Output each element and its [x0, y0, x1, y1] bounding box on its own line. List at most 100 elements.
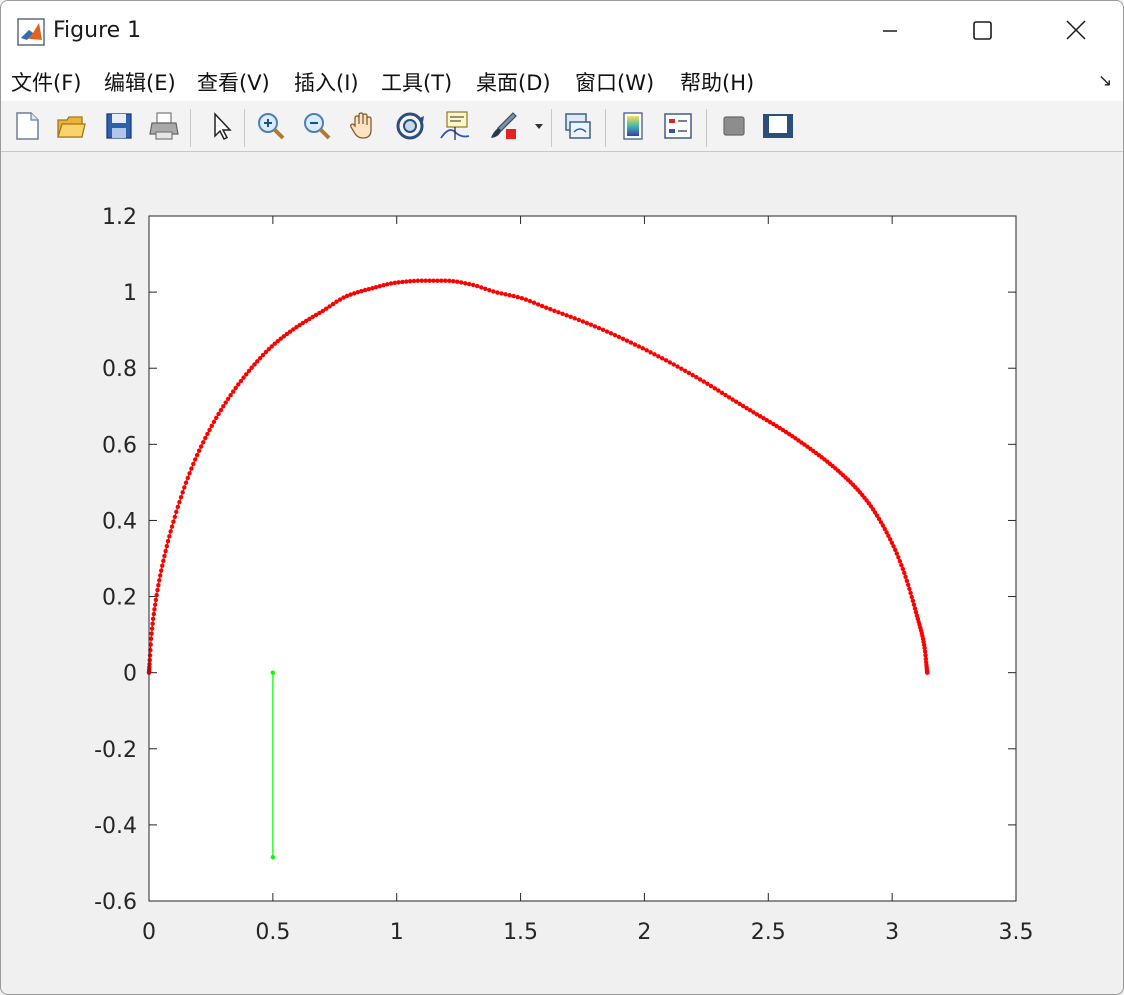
data-point [612, 332, 618, 338]
data-point [177, 499, 182, 505]
data-point [150, 621, 155, 626]
y-tick-label: 0.6 [102, 433, 137, 458]
data-point [157, 578, 162, 583]
data-point [903, 574, 908, 579]
x-tick-label: 0.5 [255, 920, 290, 945]
data-point [174, 509, 179, 515]
data-point [705, 381, 710, 387]
data-point [628, 340, 634, 345]
data-point [600, 327, 606, 333]
y-tick-label: 1 [123, 281, 137, 306]
data-point [194, 452, 200, 458]
data-point [427, 278, 432, 283]
data-point [690, 372, 695, 378]
data-point [584, 320, 590, 326]
data-point [694, 375, 699, 380]
data-point [523, 297, 529, 302]
data-point [233, 385, 238, 391]
data-point [198, 444, 204, 449]
data-point [900, 566, 906, 572]
data-point [270, 670, 276, 675]
y-tick-label: 1.2 [102, 205, 137, 230]
data-point [503, 292, 508, 297]
data-point [455, 279, 460, 284]
data-point [572, 316, 577, 321]
data-point [200, 440, 206, 445]
data-point [230, 389, 236, 394]
data-point [159, 568, 164, 573]
data-point [902, 570, 907, 576]
data-point [636, 344, 642, 349]
data-point [225, 396, 231, 402]
data-point [147, 661, 152, 667]
data-point [423, 278, 428, 283]
data-point [660, 356, 665, 361]
data-point [596, 325, 602, 331]
data-point [475, 283, 480, 289]
data-point [568, 314, 573, 320]
data-point [189, 466, 194, 471]
data-point [270, 855, 276, 860]
data-point [185, 475, 190, 481]
data-point [911, 602, 917, 607]
data-point [396, 280, 401, 285]
data-point [392, 280, 398, 286]
x-tick-labels: 0 0.5 1 1.5 2 2.5 3 3.5 [142, 920, 1034, 945]
data-point [164, 543, 170, 549]
data-point [209, 423, 214, 429]
x-tick-label: 1 [390, 920, 404, 945]
data-point [187, 471, 192, 476]
data-point [388, 281, 394, 286]
data-point [576, 317, 581, 323]
data-point [616, 334, 622, 340]
data-point [216, 411, 221, 417]
data-point [366, 286, 371, 292]
data-point [471, 282, 476, 288]
data-point [370, 285, 375, 291]
data-point [223, 400, 228, 405]
data-point [682, 368, 688, 374]
data-point [203, 435, 208, 441]
data-point [411, 278, 417, 284]
data-point [905, 582, 911, 588]
data-point [381, 282, 386, 288]
data-point [192, 457, 198, 462]
data-point [175, 504, 181, 510]
y-tick-labels: -0.6 -0.4 -0.2 0 0.2 0.4 0.6 0.8 1 1.2 [94, 205, 137, 915]
data-point [154, 592, 159, 598]
data-point [152, 602, 158, 607]
data-point [171, 519, 176, 524]
data-point [560, 311, 565, 316]
data-point [385, 282, 390, 287]
data-point [162, 553, 167, 559]
data-point [663, 358, 669, 363]
chart-figure: -0.6 -0.4 -0.2 0 0.2 0.4 0.6 0.8 1 1.2 0 0.5 1 1.5 2 2… [94, 205, 1034, 945]
data-point [588, 322, 594, 327]
data-point [564, 313, 569, 318]
y-tick-label: 0.4 [102, 509, 137, 534]
data-point [908, 590, 913, 596]
data-point [149, 631, 154, 636]
data-point [708, 383, 714, 389]
data-point [169, 524, 175, 529]
x-tick-label: 3 [885, 920, 899, 945]
data-point [604, 329, 610, 334]
data-point [592, 324, 598, 329]
y-tick-label: -0.6 [94, 890, 137, 915]
data-point [487, 287, 492, 293]
data-point [648, 350, 653, 355]
data-point [419, 278, 424, 283]
data-point [443, 278, 448, 283]
data-point [644, 348, 649, 353]
data-point [149, 626, 155, 631]
data-point [535, 302, 541, 307]
data-point [632, 342, 638, 347]
y-tick-label: 0.2 [102, 586, 137, 611]
data-point [527, 298, 533, 304]
data-point [712, 386, 717, 391]
data-point [431, 278, 436, 283]
data-point [415, 278, 421, 283]
data-point [152, 607, 157, 612]
data-point [897, 558, 903, 564]
data-point [182, 485, 187, 490]
